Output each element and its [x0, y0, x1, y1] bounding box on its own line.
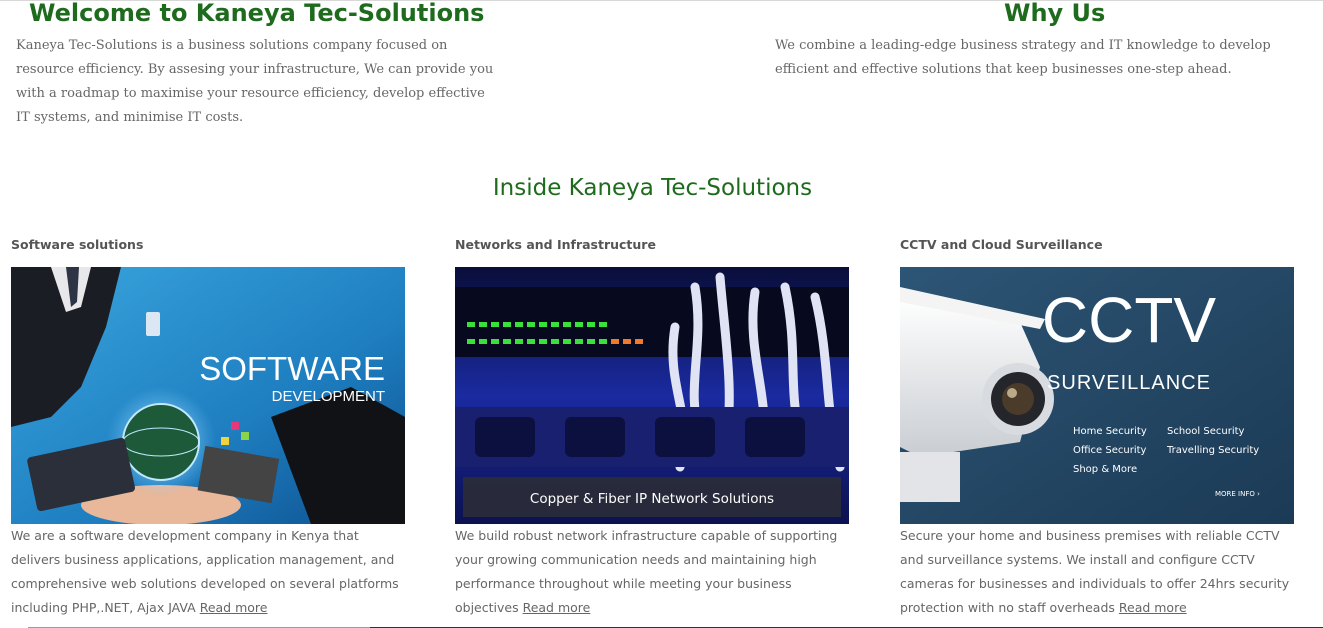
cctv-feature-home: Home Security — [1073, 426, 1147, 437]
why-us-text: We combine a leading-edge business strat… — [775, 38, 1271, 77]
card-title: Networks and Infrastructure — [455, 237, 656, 252]
read-more-link[interactable]: Read more — [523, 600, 591, 615]
network-infrastructure-image[interactable]: Copper & Fiber IP Network Solutions — [455, 267, 849, 524]
cctv-image-title: CCTV — [1042, 284, 1217, 356]
card-description: Secure your home and business premises w… — [900, 524, 1300, 620]
cctv-feature-shop: Shop & More — [1073, 464, 1137, 475]
welcome-text: Kaneya Tec-Solutions is a business solut… — [16, 38, 494, 125]
card-title: CCTV and Cloud Surveillance — [900, 237, 1103, 252]
network-image-caption: Copper & Fiber IP Network Solutions — [530, 491, 774, 507]
card-description: We build robust network infrastructure c… — [455, 524, 855, 620]
service-card-cctv: CCTV and Cloud Surveillance CCTV SURVEIL… — [900, 236, 1300, 620]
card-description-text: Secure your home and business premises w… — [900, 528, 1290, 615]
card-description: We are a software development company in… — [11, 524, 411, 620]
card-title: Software solutions — [11, 237, 144, 252]
cctv-more-info: MORE INFO › — [1215, 490, 1260, 498]
service-card-software: Software solutions SOFTWARE DEVELOPMENT … — [11, 236, 411, 620]
inside-heading: Inside Kaneya Tec-Solutions — [492, 175, 813, 201]
service-card-networks: Networks and Infrastructure Copper & Fib… — [455, 236, 855, 620]
cctv-feature-office: Office Security — [1073, 445, 1147, 456]
cctv-surveillance-image[interactable]: CCTV SURVEILLANCE Home Security School S… — [900, 267, 1294, 524]
why-us-heading: Why Us — [1004, 0, 1106, 27]
software-development-image[interactable]: SOFTWARE DEVELOPMENT — [11, 267, 405, 524]
read-more-link[interactable]: Read more — [200, 600, 268, 615]
software-image-subtitle: DEVELOPMENT — [272, 388, 385, 405]
card-description-text: We build robust network infrastructure c… — [455, 528, 838, 615]
cctv-feature-travelling: Travelling Security — [1166, 445, 1259, 456]
software-image-title: SOFTWARE — [199, 350, 385, 387]
cctv-feature-school: School Security — [1167, 426, 1245, 437]
welcome-heading: Welcome to Kaneya Tec-Solutions — [29, 0, 485, 27]
read-more-link[interactable]: Read more — [1119, 600, 1187, 615]
cctv-image-subtitle: SURVEILLANCE — [1047, 372, 1211, 394]
